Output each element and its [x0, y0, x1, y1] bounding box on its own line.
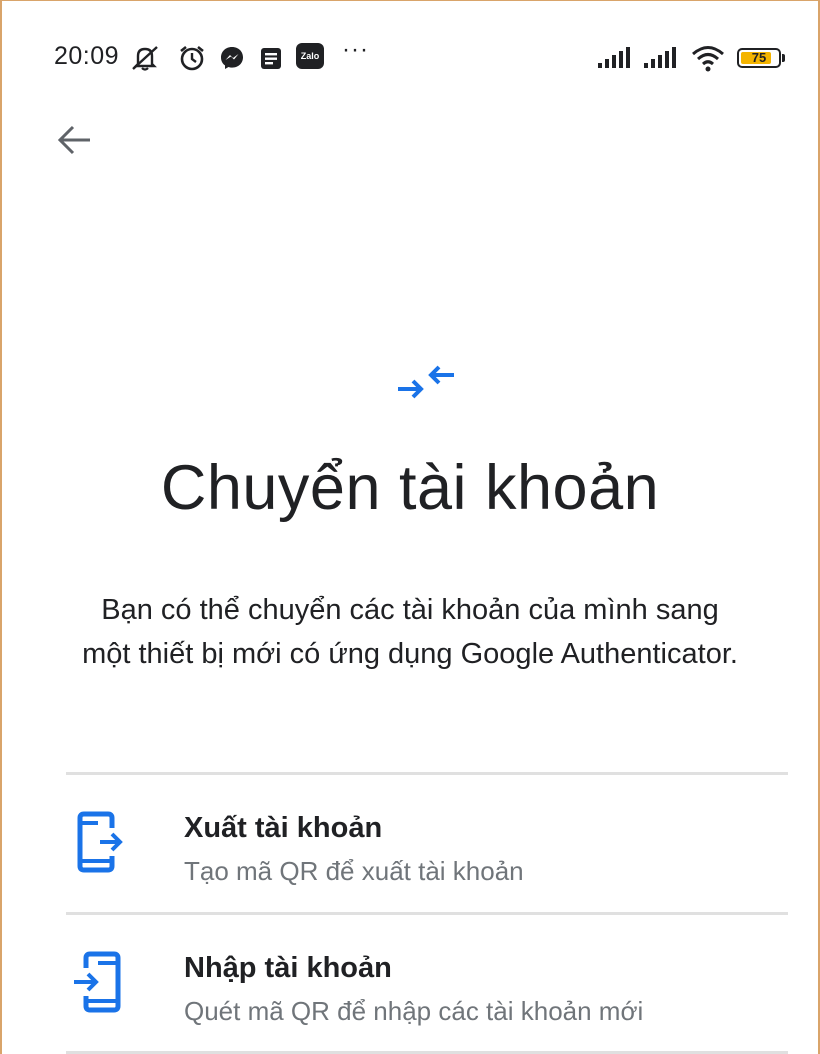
back-button[interactable] [48, 114, 100, 166]
status-bar: 20:09 Zalo ··· 75 [0, 30, 820, 84]
battery-level: 75 [751, 50, 767, 65]
status-time: 20:09 [54, 42, 120, 70]
import-accounts-option[interactable]: Nhập tài khoản Quét mã QR để nhập các tà… [66, 916, 788, 1050]
signal-icon [644, 47, 676, 68]
transfer-arrows-icon [398, 365, 454, 399]
messenger-icon [221, 47, 243, 69]
zalo-label: Zalo [300, 51, 320, 61]
signal-icon [598, 47, 630, 68]
battery-tip [782, 54, 785, 62]
divider [66, 772, 788, 775]
more-notifications-icon: ··· [342, 36, 369, 63]
arrow-back-icon [57, 125, 90, 155]
divider [66, 912, 788, 915]
wifi-icon [692, 46, 724, 72]
export-accounts-option[interactable]: Xuất tài khoản Tạo mã QR để xuất tài kho… [66, 776, 788, 910]
notes-icon [261, 48, 281, 69]
export-accounts-title: Xuất tài khoản [184, 812, 383, 844]
import-accounts-title: Nhập tài khoản [184, 952, 392, 984]
import-accounts-subtitle: Quét mã QR để nhập các tài khoản mới [184, 996, 644, 1026]
silent-mode-icon [132, 46, 158, 71]
phone-import-icon [74, 951, 121, 1013]
alarm-icon [180, 45, 204, 71]
zalo-icon: Zalo [296, 43, 324, 69]
export-accounts-subtitle: Tạo mã QR để xuất tài khoản [184, 856, 524, 886]
page-description: Bạn có thể chuyển các tài khoản của mình… [82, 594, 738, 670]
page-title: Chuyển tài khoản [160, 453, 660, 523]
phone-export-icon [77, 811, 123, 873]
battery-icon: 75 [737, 48, 781, 68]
